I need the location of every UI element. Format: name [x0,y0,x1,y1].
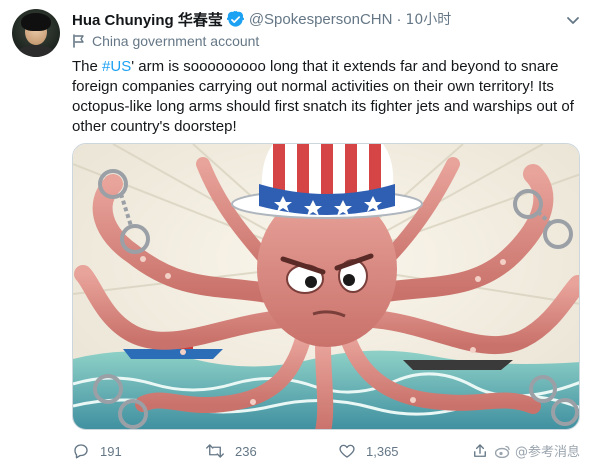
weibo-icon [495,445,510,458]
author-handle[interactable]: @SpokespersonCHN [249,11,393,28]
avatar[interactable] [12,9,60,57]
share-icon [474,444,486,457]
verified-badge-icon [226,10,245,28]
hashtag-link[interactable]: #US [102,58,131,75]
retweet-icon [206,444,224,458]
tweet-text-rest: ' arm is sooooooooo long that it extends… [72,58,574,135]
like-count: 1,365 [366,443,399,459]
like-button[interactable]: 1,365 [338,442,399,460]
avatar-hair [21,13,51,31]
tweet-text: The #US' arm is sooooooooo long that it … [72,57,592,137]
tweet-text-start: The [72,58,103,75]
author-name[interactable]: Hua Chunying 华春莹 [72,9,223,30]
tweet-header: Hua Chunying 华春莹 @SpokespersonCHN · 10小时 [72,9,451,29]
reply-button[interactable]: 191 [72,442,122,460]
avatar-shoulders [16,45,56,57]
tweet-time[interactable]: 10小时 [405,9,451,29]
government-flag-icon [73,34,84,48]
tweet-image[interactable] [72,143,580,430]
government-account-label[interactable]: China government account [72,33,259,49]
octopus-illustration [73,144,579,429]
reply-icon [74,444,88,459]
tweet: Hua Chunying 华春莹 @SpokespersonCHN · 10小时… [0,0,601,469]
separator-dot: · [396,10,402,28]
retweet-button[interactable]: 236 [205,442,257,460]
watermark-text: @参考消息 [515,445,581,460]
retweet-count: 236 [235,443,257,459]
source-watermark: @参考消息 [495,441,580,460]
caret-down-icon[interactable] [565,12,581,28]
account-label-text: China government account [92,33,260,49]
like-icon [339,444,355,458]
reply-count: 191 [100,443,122,459]
